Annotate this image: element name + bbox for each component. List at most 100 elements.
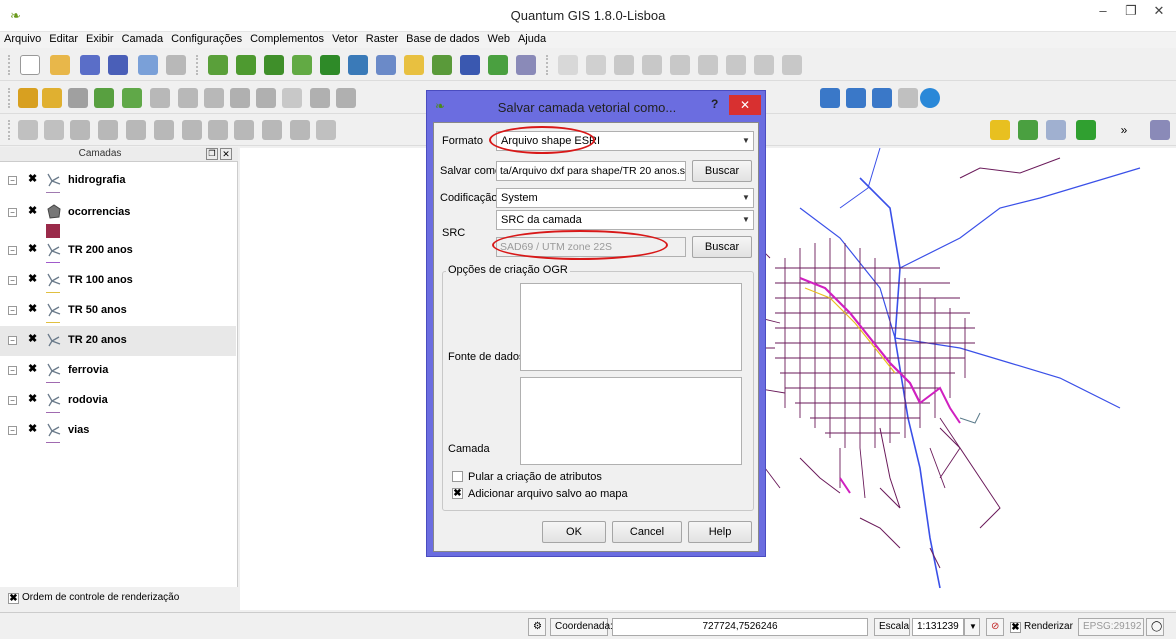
ok-button[interactable]: OK	[542, 521, 606, 543]
print-icon[interactable]	[166, 55, 186, 75]
zoom-last-icon[interactable]	[872, 88, 892, 108]
offset-icon[interactable]	[208, 120, 228, 140]
visibility-checkbox[interactable]: ✖	[28, 174, 40, 186]
menu-ajuda[interactable]: Ajuda	[514, 32, 550, 46]
datasource-options-textarea[interactable]	[520, 283, 742, 371]
browse-file-button[interactable]: Buscar	[692, 160, 752, 182]
new-project-icon[interactable]	[20, 55, 40, 75]
split-icon[interactable]	[98, 120, 118, 140]
menu-configuracoes[interactable]: Configurações	[167, 32, 246, 46]
layer-item[interactable]: − ✖ TR 200 anos	[0, 240, 236, 270]
visibility-checkbox[interactable]: ✖	[28, 424, 40, 436]
capture-polygon-icon[interactable]	[290, 120, 310, 140]
add-ring-icon[interactable]	[94, 88, 114, 108]
delete-ring-icon[interactable]	[178, 88, 198, 108]
delete-selected-icon[interactable]	[698, 55, 718, 75]
collapse-icon[interactable]: −	[8, 426, 17, 435]
collapse-icon[interactable]: −	[8, 176, 17, 185]
collapse-icon[interactable]: −	[8, 306, 17, 315]
select-star-icon[interactable]	[42, 88, 62, 108]
zoom-in-icon[interactable]	[820, 88, 840, 108]
rotate-feature-icon[interactable]	[316, 120, 336, 140]
scale-dropdown-icon[interactable]: ▼	[964, 618, 980, 636]
print-composer-icon[interactable]	[138, 55, 158, 75]
reshape-icon[interactable]	[230, 88, 250, 108]
capture-line-icon[interactable]	[262, 120, 282, 140]
menu-vetor[interactable]: Vetor	[328, 32, 362, 46]
toolbar-grip[interactable]	[8, 88, 11, 108]
add-part-icon[interactable]	[122, 88, 142, 108]
layer-item[interactable]: − ✖ ferrovia	[0, 360, 236, 390]
visibility-checkbox[interactable]: ✖	[28, 244, 40, 256]
merge-icon[interactable]	[126, 120, 146, 140]
save-edits-icon[interactable]	[586, 55, 606, 75]
menu-exibir[interactable]: Exibir	[82, 32, 118, 46]
toolbar-grip[interactable]	[8, 120, 11, 140]
projection-globe-icon[interactable]: ◯	[1146, 618, 1164, 636]
float-panel-icon[interactable]: ❐	[206, 148, 218, 160]
stop-render-icon[interactable]: ⊘	[986, 618, 1004, 636]
menu-base-de-dados[interactable]: Base de dados	[402, 32, 483, 46]
render-checkbox[interactable]: ✖	[1010, 622, 1021, 633]
save-as-icon[interactable]	[108, 55, 128, 75]
node-tool-icon[interactable]	[670, 55, 690, 75]
cancel-button[interactable]: Cancel	[612, 521, 682, 543]
skip-attributes-checkbox[interactable]	[452, 471, 463, 482]
tips-icon[interactable]	[1046, 120, 1066, 140]
python-console-icon[interactable]	[1076, 120, 1096, 140]
visibility-checkbox[interactable]: ✖	[28, 206, 40, 218]
add-vector-layer-icon[interactable]	[208, 55, 228, 75]
src-mode-select[interactable]: SRC da camada ▼	[496, 210, 754, 230]
layer-item[interactable]: − ✖ hidrografia	[0, 170, 236, 200]
collapse-icon[interactable]: −	[8, 208, 17, 217]
menu-editar[interactable]: Editar	[45, 32, 82, 46]
label-abc-icon[interactable]	[282, 88, 302, 108]
browse-src-button[interactable]: Buscar	[692, 236, 752, 258]
close-icon[interactable]: ✕	[1144, 0, 1174, 24]
visibility-checkbox[interactable]: ✖	[28, 394, 40, 406]
visibility-checkbox[interactable]: ✖	[28, 334, 40, 346]
toolbar-grip[interactable]	[8, 55, 11, 75]
layer-item[interactable]: − ✖ ocorrencias	[0, 202, 236, 238]
layer-item-selected[interactable]: − ✖ TR 20 anos	[0, 326, 236, 356]
undo-icon[interactable]	[18, 120, 38, 140]
paste-features-icon[interactable]	[782, 55, 802, 75]
add-mssql-layer-icon[interactable]	[320, 55, 340, 75]
layer-item[interactable]: − ✖ TR 100 anos	[0, 270, 236, 300]
maximize-icon[interactable]: ❐	[1116, 0, 1146, 24]
annotation-icon[interactable]	[1018, 120, 1038, 140]
minimize-icon[interactable]: –	[1088, 0, 1118, 24]
epsg-label[interactable]: EPSG:29192	[1078, 618, 1144, 636]
open-project-icon[interactable]	[50, 55, 70, 75]
help-button[interactable]: Help	[688, 521, 752, 543]
menu-camada[interactable]: Camada	[118, 32, 168, 46]
toolbar-overflow-icon[interactable]: »	[1114, 120, 1134, 140]
simplify-icon[interactable]	[70, 120, 90, 140]
toolbar-grip[interactable]	[196, 55, 199, 75]
mouse-coord-toggle-icon[interactable]: ⚙	[528, 618, 546, 636]
layer-item[interactable]: − ✖ vias	[0, 420, 236, 450]
identify-icon[interactable]	[68, 88, 88, 108]
coord-field[interactable]: 727724,7526246	[612, 618, 868, 636]
add-feature-icon[interactable]	[614, 55, 634, 75]
visibility-checkbox[interactable]: ✖	[28, 364, 40, 376]
collapse-icon[interactable]: −	[8, 366, 17, 375]
visibility-checkbox[interactable]: ✖	[28, 304, 40, 316]
menu-web[interactable]: Web	[484, 32, 514, 46]
redo-icon[interactable]	[44, 120, 64, 140]
add-spatialite-layer-icon[interactable]	[292, 55, 312, 75]
new-shapefile-icon[interactable]	[488, 55, 508, 75]
rotate-symbol-icon[interactable]	[182, 120, 202, 140]
refresh-icon[interactable]	[920, 88, 940, 108]
menu-raster[interactable]: Raster	[362, 32, 402, 46]
digitize-pan-icon[interactable]	[18, 88, 38, 108]
move-feature-icon[interactable]	[642, 55, 662, 75]
layer-item[interactable]: − ✖ rodovia	[0, 390, 236, 420]
collapse-icon[interactable]: −	[8, 246, 17, 255]
copy-features-icon[interactable]	[754, 55, 774, 75]
cut-features-icon[interactable]	[726, 55, 746, 75]
menu-arquivo[interactable]: Arquivo	[0, 32, 45, 46]
new-spatialite-icon[interactable]	[516, 55, 536, 75]
save-project-icon[interactable]	[80, 55, 100, 75]
add-wms-layer-icon[interactable]	[348, 55, 368, 75]
